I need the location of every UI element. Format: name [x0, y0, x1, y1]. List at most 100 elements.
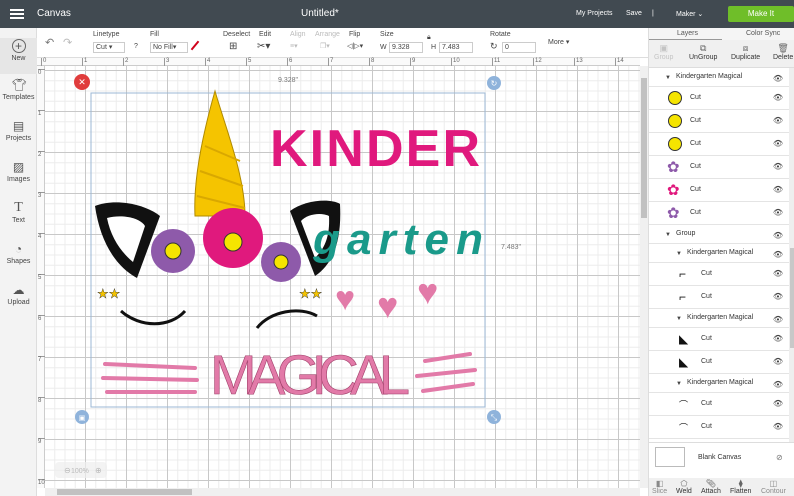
layer-row[interactable]: ⌒ Cut 👁︎ — [649, 416, 789, 439]
sidebar-item-projects[interactable]: ▤ Projects — [0, 119, 37, 142]
eye-icon[interactable]: 👁︎ — [773, 380, 783, 389]
redo-icon[interactable]: ↷ — [63, 36, 72, 49]
eye-icon[interactable]: 👁︎ — [773, 250, 783, 259]
eye-icon[interactable]: 👁︎ — [773, 315, 783, 324]
sidebar-item-shapes[interactable]: ◔ Shapes — [0, 242, 37, 265]
eye-icon[interactable]: 👁︎ — [773, 185, 783, 194]
ruler-tick: 3 — [38, 192, 45, 199]
fill-select[interactable]: No Fill▾ — [150, 42, 188, 53]
layer-row[interactable]: Cut 👁︎ — [649, 133, 789, 156]
caret-down-icon[interactable]: ▼ — [676, 316, 682, 322]
group-button[interactable]: ▣ Group — [654, 43, 673, 61]
layer-row[interactable]: ✿ Cut 👁︎ — [649, 156, 789, 179]
eye-icon[interactable]: 👁︎ — [773, 399, 783, 408]
eye-icon[interactable]: 👁︎ — [773, 162, 783, 171]
flip-icon[interactable]: ◁|▷▾ — [347, 42, 363, 50]
contour-button[interactable]: ◫ Contour — [761, 479, 786, 495]
svg-text:↻: ↻ — [491, 79, 498, 88]
eye-icon[interactable]: 👁︎ — [773, 74, 783, 83]
hamburger-menu-icon[interactable] — [10, 9, 24, 19]
layer-row[interactable]: ◣ Cut 👁︎ — [649, 328, 789, 351]
arrange-icon[interactable]: ❐▾ — [320, 42, 330, 50]
undo-icon[interactable]: ↶ — [45, 36, 54, 49]
width-input[interactable]: 9.328 — [389, 42, 423, 53]
fill-color-swatch[interactable] — [190, 40, 200, 51]
canvas-vertical-scrollbar[interactable] — [640, 66, 648, 488]
eye-icon[interactable]: 👁︎ — [773, 357, 783, 366]
button-label: Delete — [773, 54, 794, 61]
canvas-horizontal-scrollbar[interactable] — [45, 488, 640, 496]
layer-thumbnail-ear: ◣ — [679, 332, 689, 346]
button-label: Attach — [701, 488, 721, 495]
tab-layers[interactable]: Layers — [677, 30, 698, 37]
eye-icon[interactable]: 👁︎ — [773, 93, 783, 102]
width-value: 9.328 — [392, 44, 410, 51]
layer-row[interactable]: Cut 👁︎ — [649, 87, 789, 110]
blank-canvas-row[interactable]: Blank Canvas ⊘ — [649, 442, 794, 478]
eye-icon[interactable]: 👁︎ — [773, 334, 783, 343]
align-icon[interactable]: ≡▾ — [290, 42, 298, 50]
help-icon[interactable]: ? — [134, 43, 138, 50]
zoom-out-icon: ⊖ — [64, 466, 71, 475]
eye-icon[interactable]: 👁︎ — [773, 139, 783, 148]
more-menu[interactable]: More ▾ — [548, 38, 569, 46]
delete-button[interactable]: 🗑︎ Delete — [773, 43, 793, 61]
eye-hidden-icon[interactable]: ⊘ — [776, 453, 783, 462]
ruler-tick: 4 — [38, 233, 45, 240]
my-projects-link[interactable]: My Projects — [576, 10, 613, 17]
eye-icon[interactable]: 👁︎ — [773, 422, 783, 431]
layer-group-row[interactable]: ▼ Group 👁︎ — [649, 225, 789, 244]
layer-group-row[interactable]: ▼ Kindergarten Magical 👁︎ — [649, 309, 789, 328]
height-input[interactable]: 7.483 — [439, 42, 473, 53]
eye-icon[interactable]: 👁︎ — [773, 208, 783, 217]
layer-row[interactable]: ⌐ Cut 👁︎ — [649, 286, 789, 309]
weld-button[interactable]: ⬠ Weld — [676, 479, 692, 495]
edit-icon[interactable]: ✂▾ — [257, 41, 270, 52]
layer-group-label: Kindergarten Magical — [676, 73, 743, 80]
attach-button[interactable]: 📎︎ Attach — [701, 479, 721, 495]
slice-icon: ◧ — [655, 479, 664, 488]
caret-down-icon[interactable]: ▼ — [676, 251, 682, 257]
layer-row[interactable]: ⌐ Cut 👁︎ — [649, 263, 789, 286]
ungroup-button[interactable]: ⧉ UnGroup — [689, 43, 717, 61]
layer-group-row[interactable]: ▼ Kindergarten Magical 👁︎ — [649, 374, 789, 393]
sidebar-item-images[interactable]: ▨ Images — [0, 160, 37, 183]
linetype-select[interactable]: Cut ▾ — [93, 42, 125, 53]
duplicate-button[interactable]: ⧈ Duplicate — [731, 43, 760, 61]
layers-list: ▼ Kindergarten Magical 👁︎ Cut 👁︎ Cut 👁︎ Cut 👁︎ ✿ C… — [649, 68, 789, 442]
svg-text:▣: ▣ — [79, 415, 86, 422]
tab-color-sync[interactable]: Color Sync — [746, 30, 780, 37]
eye-icon[interactable]: 👁︎ — [773, 292, 783, 301]
layer-thumbnail-flower: ✿ — [667, 182, 680, 199]
layer-row[interactable]: ⌒ Cut 👁︎ — [649, 393, 789, 416]
save-button[interactable]: Save — [626, 10, 642, 17]
sidebar-item-new[interactable]: + New — [0, 38, 37, 74]
eye-icon[interactable]: 👁︎ — [773, 116, 783, 125]
sidebar-item-templates[interactable]: 👕︎ Templates — [0, 78, 37, 101]
sidebar-item-upload[interactable]: ☁ Upload — [0, 283, 37, 306]
layers-scrollbar[interactable] — [789, 68, 794, 442]
layer-row[interactable]: ◣ Cut 👁︎ — [649, 351, 789, 374]
layer-row[interactable]: ✿ Cut 👁︎ — [649, 179, 789, 202]
caret-down-icon[interactable]: ▼ — [665, 232, 671, 238]
layer-group-row[interactable]: ▼ Kindergarten Magical 👁︎ — [649, 244, 789, 263]
deselect-icon[interactable]: ⊞ — [229, 41, 237, 52]
eye-icon[interactable]: 👁︎ — [773, 231, 783, 240]
layer-group-label: Group — [676, 230, 696, 237]
flatten-button[interactable]: ⧫ Flatten — [730, 479, 751, 495]
layer-row[interactable]: Cut 👁︎ — [649, 110, 789, 133]
blank-canvas-swatch[interactable] — [655, 447, 685, 467]
eye-icon[interactable]: 👁︎ — [773, 269, 783, 278]
lock-icon[interactable]: 🔒︎ — [427, 34, 431, 42]
make-it-button[interactable]: Make It — [728, 6, 794, 22]
machine-select[interactable]: Maker ⌄ — [676, 10, 703, 18]
slice-button[interactable]: ◧ Slice — [652, 479, 667, 495]
layer-group-row[interactable]: ▼ Kindergarten Magical 👁︎ — [649, 68, 789, 87]
caret-down-icon[interactable]: ▼ — [665, 75, 671, 81]
layer-row[interactable]: ✿ Cut 👁︎ — [649, 202, 789, 225]
design-artwork[interactable]: 9.328" 7.483" ✕ ↻ ▣ ⤡ ★★ ★★ ♥ ♥ ♥ KINDER… — [45, 66, 640, 488]
group-icon: ▣ — [659, 43, 668, 53]
sidebar-item-text[interactable]: T Text — [0, 201, 37, 225]
caret-down-icon[interactable]: ▼ — [676, 381, 682, 387]
rotate-input[interactable]: 0 — [502, 42, 536, 53]
